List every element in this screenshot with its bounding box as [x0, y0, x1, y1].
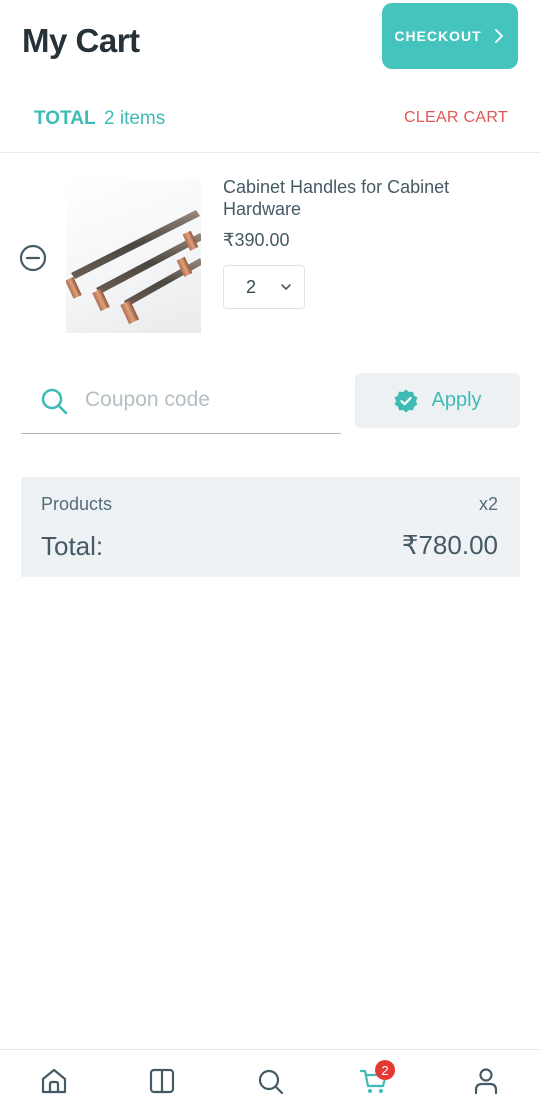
page-title: My Cart [22, 22, 140, 59]
chevron-right-icon [494, 29, 503, 43]
profile-icon [474, 1068, 498, 1095]
remove-item-icon[interactable] [19, 244, 47, 272]
header: My Cart CHECKOUT [0, 0, 540, 96]
home-icon [41, 1068, 67, 1094]
nav-catalog[interactable] [147, 1066, 177, 1096]
coupon-input[interactable] [85, 382, 335, 418]
apply-coupon-button[interactable]: Apply [355, 373, 520, 428]
chevron-down-icon [281, 284, 291, 290]
cart-summary: TOTAL 2 items CLEAR CART [0, 100, 540, 153]
grand-total-value: ₹780.00 [401, 530, 498, 560]
bottom-nav: 2 [0, 1049, 540, 1108]
apply-label: Apply [431, 389, 482, 411]
clear-cart-button[interactable]: CLEAR CART [404, 109, 508, 127]
nav-profile[interactable] [471, 1066, 501, 1096]
nav-search[interactable] [255, 1066, 285, 1096]
cart-item: Cabinet Handles for Cabinet Hardware ₹39… [0, 170, 540, 340]
products-quantity: x2 [478, 494, 498, 514]
products-label: Products [41, 494, 113, 514]
product-image[interactable] [66, 178, 201, 333]
product-name[interactable]: Cabinet Handles for Cabinet Hardware [223, 176, 493, 220]
nav-cart[interactable]: 2 [359, 1060, 395, 1096]
checkout-button[interactable]: CHECKOUT [382, 3, 518, 69]
cabinet-handles-photo [66, 210, 201, 325]
product-price: ₹390.00 [223, 230, 290, 250]
catalog-icon [149, 1068, 175, 1094]
grand-total-label: Total: [41, 531, 104, 561]
checkout-label: CHECKOUT [394, 28, 482, 44]
coupon-field [21, 372, 341, 434]
quantity-select[interactable]: 2 [223, 265, 305, 309]
cart-badge: 2 [375, 1060, 395, 1080]
order-totals: Products x2 Total: ₹780.00 [21, 477, 520, 577]
total-label: TOTAL [34, 108, 96, 129]
search-icon [41, 388, 68, 415]
items-count: 2 items [104, 108, 166, 129]
search-icon [258, 1069, 284, 1095]
quantity-value: 2 [246, 276, 257, 297]
verified-badge-icon [395, 389, 418, 412]
nav-home[interactable] [39, 1066, 69, 1096]
